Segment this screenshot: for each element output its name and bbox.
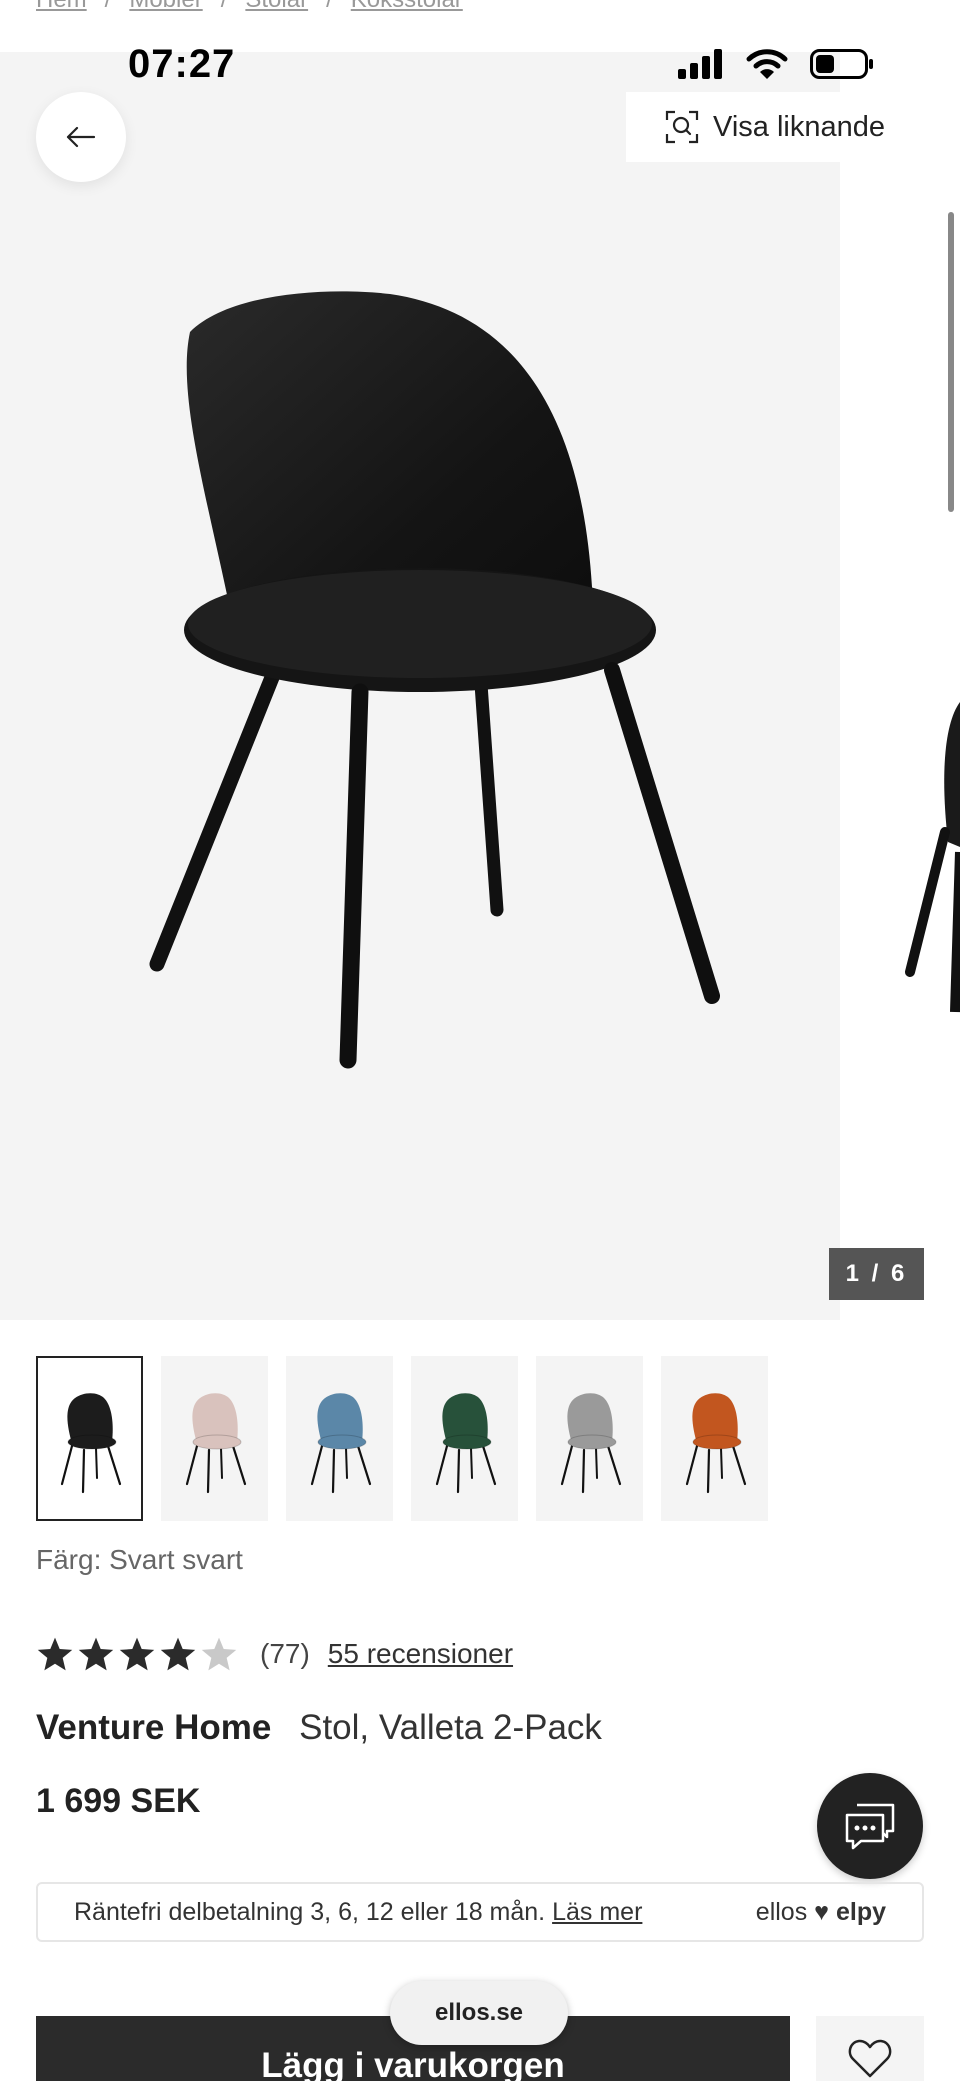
breadcrumb: Hem / Möbler / Stolar / Köksstolar — [36, 0, 463, 14]
next-product-image — [840, 52, 960, 1320]
breadcrumb-separator: / — [105, 0, 112, 13]
rating-stars — [36, 1636, 238, 1672]
ellos-logo: ellos — [755, 1897, 808, 1926]
star-filled-icon — [37, 1637, 73, 1671]
color-thumbnail-grå[interactable] — [536, 1356, 643, 1521]
chair-thumbnail-image — [310, 1392, 371, 1493]
image-counter: 1 / 6 — [829, 1248, 924, 1300]
chair-thumbnail-image — [185, 1392, 246, 1493]
color-thumbnail-rosa[interactable] — [161, 1356, 268, 1521]
breadcrumb-separator: / — [326, 0, 333, 13]
rating-row: (77) 55 recensioner — [36, 1636, 513, 1672]
color-thumbnail-svart[interactable] — [36, 1356, 143, 1521]
wishlist-button[interactable] — [816, 2016, 924, 2081]
breadcrumb-separator: / — [221, 0, 228, 13]
back-button[interactable] — [36, 92, 126, 182]
next-image-chair-preview — [905, 702, 960, 1013]
battery-icon — [810, 49, 873, 79]
breadcrumb-item-home[interactable]: Hem — [36, 0, 87, 13]
show-similar-label: Visa liknande — [713, 110, 885, 143]
chair-thumbnail-image — [560, 1392, 621, 1493]
show-similar-button[interactable]: Visa liknande — [626, 92, 924, 162]
rating-count: (77) — [260, 1638, 310, 1669]
scrollbar-thumb[interactable] — [948, 212, 954, 512]
installment-banner: Räntefri delbetalning 3, 6, 12 eller 18 … — [36, 1882, 924, 1942]
chair-thumbnail-image — [685, 1392, 746, 1493]
wifi-icon — [746, 49, 788, 79]
chair-thumbnail-image — [435, 1392, 496, 1493]
color-label: Färg: Svart svart — [36, 1544, 243, 1575]
star-filled-icon — [160, 1637, 196, 1671]
star-empty-icon — [201, 1637, 237, 1671]
color-thumbnail-grön[interactable] — [411, 1356, 518, 1521]
product-name: Stol, Valleta 2-Pack — [299, 1708, 602, 1747]
installment-text-wrapper: Räntefri delbetalning 3, 6, 12 eller 18 … — [74, 1898, 756, 1927]
product-title: Venture Home Stol, Valleta 2-Pack — [36, 1708, 602, 1748]
product-image-gallery[interactable]: 1 / 6 — [0, 52, 960, 1320]
color-thumbnail-orange[interactable] — [661, 1356, 768, 1521]
heart-logo-glyph: ♥ — [814, 1897, 830, 1926]
status-time: 07:27 — [128, 42, 236, 86]
browser-url: ellos.se — [434, 1999, 524, 2026]
heart-icon — [848, 2039, 892, 2078]
status-icons — [678, 48, 874, 80]
chat-icon — [845, 1803, 895, 1850]
breadcrumb-item-chairs[interactable]: Stolar — [245, 0, 308, 13]
add-to-cart-label: Lägg i varukorgen — [261, 2046, 565, 2081]
browser-url-pill[interactable]: ellos.se — [390, 1981, 568, 2045]
installment-text: Räntefri delbetalning 3, 6, 12 eller 18 … — [74, 1897, 546, 1926]
star-filled-icon — [119, 1637, 155, 1671]
color-thumbnail-list — [36, 1356, 768, 1521]
chair-thumbnail-image — [60, 1392, 121, 1493]
read-more-link[interactable]: Läs mer — [552, 1898, 642, 1926]
status-bar: 07:27 — [0, 40, 960, 94]
product-brand[interactable]: Venture Home — [36, 1708, 271, 1747]
reviews-link[interactable]: 55 recensioner — [328, 1638, 513, 1670]
product-price: 1 699 SEK — [36, 1782, 201, 1820]
breadcrumb-item-kitchen-chairs[interactable]: Köksstolar — [351, 0, 463, 13]
product-main-image — [149, 291, 720, 1069]
color-thumbnail-blå[interactable] — [286, 1356, 393, 1521]
signal-icon — [678, 49, 722, 79]
breadcrumb-item-furniture[interactable]: Möbler — [129, 0, 202, 13]
chat-button[interactable] — [817, 1773, 923, 1879]
arrow-left-icon — [66, 126, 96, 148]
star-filled-icon — [78, 1637, 114, 1671]
elpy-logo: elpy — [835, 1897, 886, 1926]
visual-search-icon — [665, 110, 699, 144]
ellos-elpy-logo: ellos ♥ elpy — [756, 1898, 886, 1927]
